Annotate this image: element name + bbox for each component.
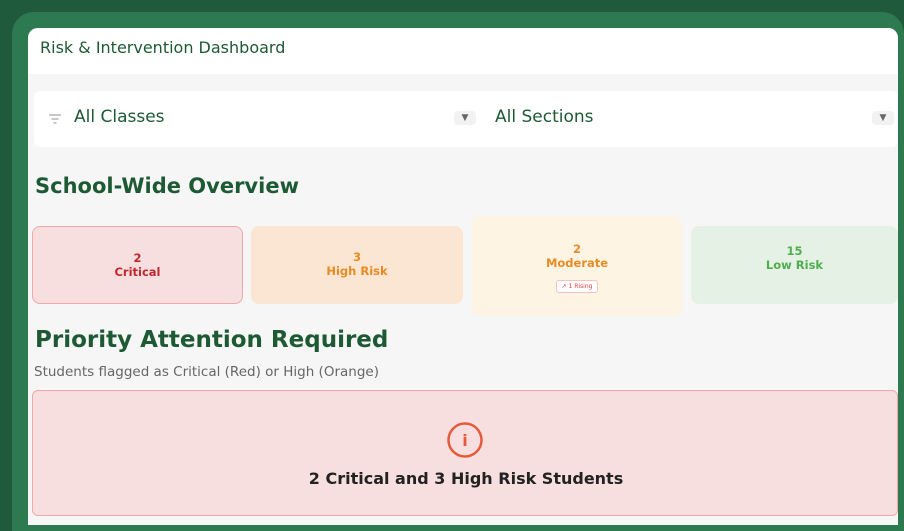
- high-risk-label: High Risk: [326, 264, 388, 278]
- overview-heading: School-Wide Overview: [35, 174, 299, 198]
- priority-subtitle: Students flagged as Critical (Red) or Hi…: [34, 364, 379, 380]
- svg-text:i: i: [462, 431, 467, 450]
- critical-count: 2: [133, 251, 142, 265]
- critical-card[interactable]: 2 Critical: [32, 226, 243, 304]
- priority-heading: Priority Attention Required: [35, 327, 389, 353]
- filter-icon: [49, 114, 61, 124]
- filter-bar: All Classes ▼ All Sections ▼: [34, 91, 898, 147]
- critical-label: Critical: [114, 265, 161, 279]
- moderate-label: Moderate: [545, 256, 609, 270]
- section-select[interactable]: All Sections: [495, 107, 594, 127]
- low-risk-label: Low Risk: [765, 258, 824, 272]
- high-risk-count: 3: [352, 250, 361, 264]
- moderate-card[interactable]: 2 Moderate ↗ 1 Rising: [472, 216, 682, 316]
- chevron-down-icon[interactable]: ▼: [872, 111, 894, 125]
- moderate-count: 2: [572, 242, 581, 256]
- page-title: Risk & Intervention Dashboard: [40, 38, 286, 57]
- priority-alert[interactable]: i 2 Critical and 3 High Risk Students: [32, 390, 898, 516]
- low-risk-card[interactable]: 15 Low Risk: [691, 226, 898, 304]
- dashboard-panel: Risk & Intervention Dashboard All Classe…: [28, 28, 898, 525]
- info-icon: i: [447, 422, 483, 458]
- chevron-down-icon[interactable]: ▼: [454, 111, 476, 125]
- priority-alert-text: 2 Critical and 3 High Risk Students: [308, 469, 624, 488]
- high-risk-card[interactable]: 3 High Risk: [251, 226, 463, 304]
- title-bar: Risk & Intervention Dashboard: [28, 28, 898, 74]
- rising-badge: ↗ 1 Rising: [555, 280, 599, 293]
- low-risk-count: 15: [786, 244, 803, 258]
- class-select[interactable]: All Classes: [74, 107, 165, 127]
